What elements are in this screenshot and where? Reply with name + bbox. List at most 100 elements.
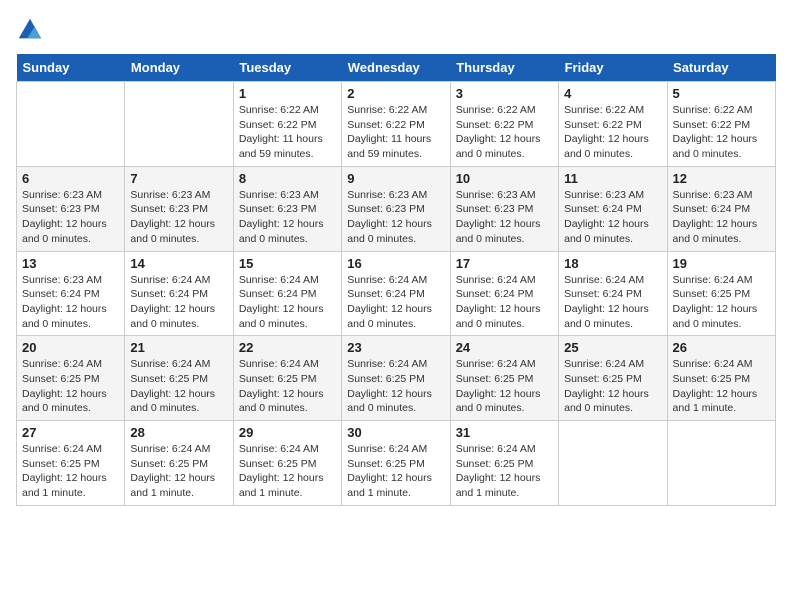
day-number: 13 bbox=[22, 256, 119, 271]
day-number: 24 bbox=[456, 340, 553, 355]
day-number: 3 bbox=[456, 86, 553, 101]
day-number: 28 bbox=[130, 425, 227, 440]
day-number: 17 bbox=[456, 256, 553, 271]
calendar-cell: 3 Sunrise: 6:22 AM Sunset: 6:22 PM Daylig… bbox=[450, 82, 558, 167]
day-header-thursday: Thursday bbox=[450, 54, 558, 82]
calendar-cell: 30 Sunrise: 6:24 AM Sunset: 6:25 PM Dayli… bbox=[342, 421, 450, 506]
day-number: 27 bbox=[22, 425, 119, 440]
calendar-cell: 16Sunrise: 6:24 AM Sunset: 6:24 PM Dayli… bbox=[342, 251, 450, 336]
day-number: 23 bbox=[347, 340, 444, 355]
calendar-cell: 1Sunrise: 6:22 AM Sunset: 6:22 PM Daylig… bbox=[233, 82, 341, 167]
day-info: Sunrise: 6:24 AM Sunset: 6:25 PM Dayligh… bbox=[22, 357, 119, 416]
day-number: 2 bbox=[347, 86, 444, 101]
calendar-cell: 25 Sunrise: 6:24 AM Sunset: 6:25 PM Dayli… bbox=[559, 336, 667, 421]
day-number: 4 bbox=[564, 86, 661, 101]
day-number: 31 bbox=[456, 425, 553, 440]
day-info: Sunrise: 6:24 AM Sunset: 6:25 PM Dayligh… bbox=[239, 357, 336, 416]
day-number: 19 bbox=[673, 256, 770, 271]
week-row-5: 27 Sunrise: 6:24 AM Sunset: 6:25 PM Dayli… bbox=[17, 421, 776, 506]
calendar-cell: 7 Sunrise: 6:23 AM Sunset: 6:23 PM Daylig… bbox=[125, 166, 233, 251]
calendar-cell: 6 Sunrise: 6:23 AM Sunset: 6:23 PM Daylig… bbox=[17, 166, 125, 251]
calendar-cell: 2 Sunrise: 6:22 AM Sunset: 6:22 PM Daylig… bbox=[342, 82, 450, 167]
day-number: 25 bbox=[564, 340, 661, 355]
day-number: 21 bbox=[130, 340, 227, 355]
day-number: 29 bbox=[239, 425, 336, 440]
day-number: 15 bbox=[239, 256, 336, 271]
logo-icon bbox=[16, 16, 44, 44]
day-number: 14 bbox=[130, 256, 227, 271]
day-info: Sunrise: 6:22 AM Sunset: 6:22 PM Dayligh… bbox=[239, 103, 336, 162]
week-row-4: 20 Sunrise: 6:24 AM Sunset: 6:25 PM Dayli… bbox=[17, 336, 776, 421]
calendar-cell: 11 Sunrise: 6:23 AM Sunset: 6:24 PM Dayli… bbox=[559, 166, 667, 251]
day-number: 7 bbox=[130, 171, 227, 186]
calendar-cell bbox=[17, 82, 125, 167]
day-number: 10 bbox=[456, 171, 553, 186]
day-info: Sunrise: 6:24 AM Sunset: 6:24 PM Dayligh… bbox=[239, 273, 336, 332]
calendar-cell: 10 Sunrise: 6:23 AM Sunset: 6:23 PM Dayli… bbox=[450, 166, 558, 251]
calendar-cell: 29 Sunrise: 6:24 AM Sunset: 6:25 PM Dayli… bbox=[233, 421, 341, 506]
day-header-wednesday: Wednesday bbox=[342, 54, 450, 82]
day-number: 20 bbox=[22, 340, 119, 355]
logo bbox=[16, 16, 48, 44]
calendar-cell: 14 Sunrise: 6:24 AM Sunset: 6:24 PM Dayli… bbox=[125, 251, 233, 336]
day-info: Sunrise: 6:23 AM Sunset: 6:23 PM Dayligh… bbox=[347, 188, 444, 247]
calendar-cell: 27 Sunrise: 6:24 AM Sunset: 6:25 PM Dayli… bbox=[17, 421, 125, 506]
day-info: Sunrise: 6:23 AM Sunset: 6:23 PM Dayligh… bbox=[456, 188, 553, 247]
calendar-cell: 20 Sunrise: 6:24 AM Sunset: 6:25 PM Dayli… bbox=[17, 336, 125, 421]
calendar-cell: 15 Sunrise: 6:24 AM Sunset: 6:24 PM Dayli… bbox=[233, 251, 341, 336]
calendar-cell bbox=[125, 82, 233, 167]
calendar-cell bbox=[559, 421, 667, 506]
day-info: Sunrise: 6:22 AM Sunset: 6:22 PM Dayligh… bbox=[456, 103, 553, 162]
day-info: Sunrise: 6:24 AM Sunset: 6:24 PM Dayligh… bbox=[347, 273, 444, 332]
day-info: Sunrise: 6:24 AM Sunset: 6:25 PM Dayligh… bbox=[347, 442, 444, 501]
week-row-2: 6 Sunrise: 6:23 AM Sunset: 6:23 PM Daylig… bbox=[17, 166, 776, 251]
day-info: Sunrise: 6:24 AM Sunset: 6:25 PM Dayligh… bbox=[456, 442, 553, 501]
day-info: Sunrise: 6:24 AM Sunset: 6:25 PM Dayligh… bbox=[22, 442, 119, 501]
day-info: Sunrise: 6:23 AM Sunset: 6:24 PM Dayligh… bbox=[22, 273, 119, 332]
day-number: 5 bbox=[673, 86, 770, 101]
day-info: Sunrise: 6:24 AM Sunset: 6:24 PM Dayligh… bbox=[130, 273, 227, 332]
calendar-cell bbox=[667, 421, 775, 506]
calendar-cell: 12 Sunrise: 6:23 AM Sunset: 6:24 PM Dayli… bbox=[667, 166, 775, 251]
day-info: Sunrise: 6:22 AM Sunset: 6:22 PM Dayligh… bbox=[673, 103, 770, 162]
day-number: 12 bbox=[673, 171, 770, 186]
day-number: 18 bbox=[564, 256, 661, 271]
day-header-saturday: Saturday bbox=[667, 54, 775, 82]
day-info: Sunrise: 6:24 AM Sunset: 6:25 PM Dayligh… bbox=[347, 357, 444, 416]
day-info: Sunrise: 6:23 AM Sunset: 6:24 PM Dayligh… bbox=[673, 188, 770, 247]
day-number: 22 bbox=[239, 340, 336, 355]
day-number: 8 bbox=[239, 171, 336, 186]
calendar-cell: 18 Sunrise: 6:24 AM Sunset: 6:24 PM Dayli… bbox=[559, 251, 667, 336]
calendar-table: SundayMondayTuesdayWednesdayThursdayFrid… bbox=[16, 54, 776, 506]
calendar-cell: 8 Sunrise: 6:23 AM Sunset: 6:23 PM Daylig… bbox=[233, 166, 341, 251]
day-info: Sunrise: 6:24 AM Sunset: 6:24 PM Dayligh… bbox=[564, 273, 661, 332]
calendar-header-row: SundayMondayTuesdayWednesdayThursdayFrid… bbox=[17, 54, 776, 82]
calendar-cell: 24Sunrise: 6:24 AM Sunset: 6:25 PM Dayli… bbox=[450, 336, 558, 421]
calendar-cell: 31 Sunrise: 6:24 AM Sunset: 6:25 PM Dayli… bbox=[450, 421, 558, 506]
calendar-cell: 26Sunrise: 6:24 AM Sunset: 6:25 PM Dayli… bbox=[667, 336, 775, 421]
day-info: Sunrise: 6:24 AM Sunset: 6:25 PM Dayligh… bbox=[239, 442, 336, 501]
calendar-cell: 28Sunrise: 6:24 AM Sunset: 6:25 PM Dayli… bbox=[125, 421, 233, 506]
day-info: Sunrise: 6:24 AM Sunset: 6:24 PM Dayligh… bbox=[456, 273, 553, 332]
calendar-cell: 23 Sunrise: 6:24 AM Sunset: 6:25 PM Dayli… bbox=[342, 336, 450, 421]
day-number: 6 bbox=[22, 171, 119, 186]
day-info: Sunrise: 6:22 AM Sunset: 6:22 PM Dayligh… bbox=[347, 103, 444, 162]
page-header bbox=[16, 16, 776, 44]
day-info: Sunrise: 6:23 AM Sunset: 6:23 PM Dayligh… bbox=[22, 188, 119, 247]
day-info: Sunrise: 6:24 AM Sunset: 6:25 PM Dayligh… bbox=[673, 357, 770, 416]
calendar-cell: 21Sunrise: 6:24 AM Sunset: 6:25 PM Dayli… bbox=[125, 336, 233, 421]
day-info: Sunrise: 6:23 AM Sunset: 6:24 PM Dayligh… bbox=[564, 188, 661, 247]
calendar-cell: 17 Sunrise: 6:24 AM Sunset: 6:24 PM Dayli… bbox=[450, 251, 558, 336]
day-number: 11 bbox=[564, 171, 661, 186]
day-info: Sunrise: 6:24 AM Sunset: 6:25 PM Dayligh… bbox=[564, 357, 661, 416]
day-header-tuesday: Tuesday bbox=[233, 54, 341, 82]
week-row-1: 1Sunrise: 6:22 AM Sunset: 6:22 PM Daylig… bbox=[17, 82, 776, 167]
day-info: Sunrise: 6:23 AM Sunset: 6:23 PM Dayligh… bbox=[239, 188, 336, 247]
calendar-cell: 13 Sunrise: 6:23 AM Sunset: 6:24 PM Dayli… bbox=[17, 251, 125, 336]
day-info: Sunrise: 6:22 AM Sunset: 6:22 PM Dayligh… bbox=[564, 103, 661, 162]
day-info: Sunrise: 6:23 AM Sunset: 6:23 PM Dayligh… bbox=[130, 188, 227, 247]
day-number: 30 bbox=[347, 425, 444, 440]
calendar-cell: 4 Sunrise: 6:22 AM Sunset: 6:22 PM Daylig… bbox=[559, 82, 667, 167]
calendar-cell: 5 Sunrise: 6:22 AM Sunset: 6:22 PM Daylig… bbox=[667, 82, 775, 167]
calendar-cell: 19Sunrise: 6:24 AM Sunset: 6:25 PM Dayli… bbox=[667, 251, 775, 336]
